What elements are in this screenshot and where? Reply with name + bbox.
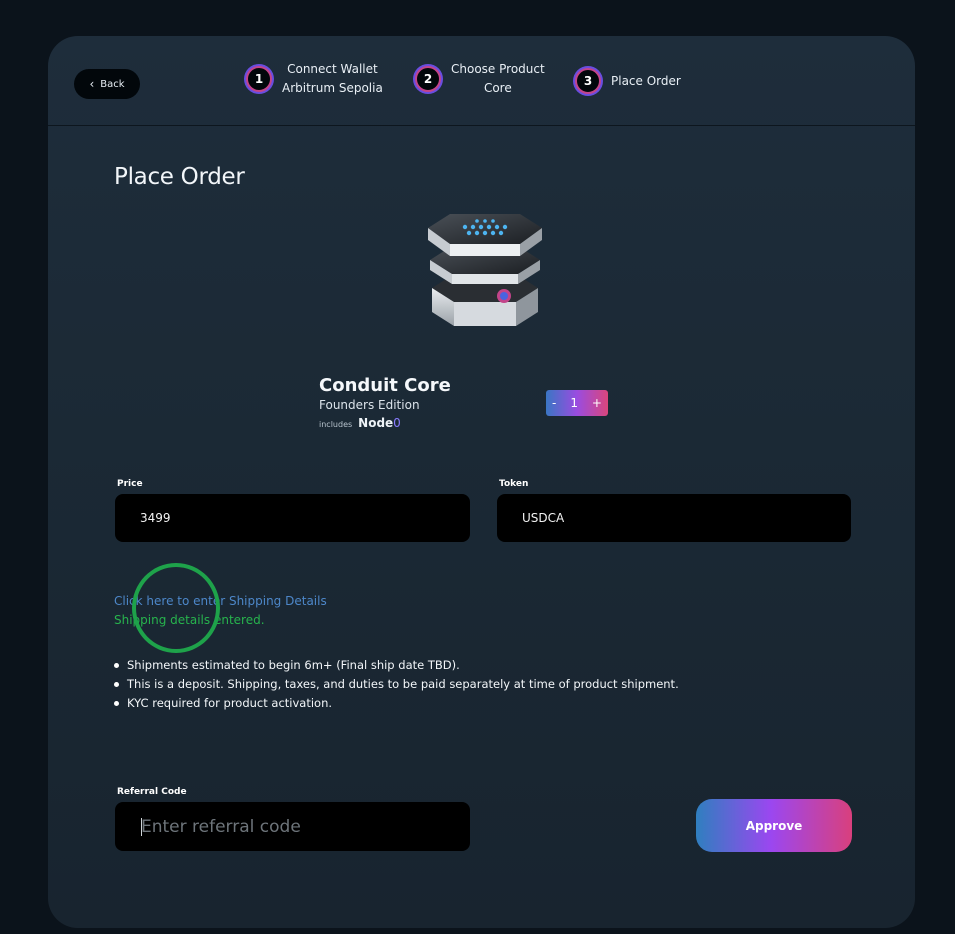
step-title: Connect Wallet [287,62,378,76]
referral-code-input[interactable] [115,802,470,851]
note-item: This is a deposit. Shipping, taxes, and … [114,675,679,694]
note-item: Shipments estimated to begin 6m+ (Final … [114,656,679,675]
step-subtitle: Core [483,81,512,95]
token-field: USDCA [497,494,851,542]
stepper-header: ‹ Back 1 Connect Wallet Arbitrum Sepolia… [48,36,915,126]
product-edition: Founders Edition [319,398,420,412]
chevron-left-icon: ‹ [89,77,95,91]
back-label: Back [100,78,125,90]
highlight-circle [132,563,220,653]
product-image [428,214,542,326]
quantity-stepper: - 1 + [546,390,608,416]
text-caret [141,818,142,836]
shipping-status: Shipping details entered. [114,613,265,627]
includes-label: includes [319,420,353,429]
step-connect-wallet: 1 Connect Wallet Arbitrum Sepolia [246,60,383,98]
step-subtitle: Arbitrum Sepolia [282,81,383,95]
price-label: Price [117,479,143,489]
token-label: Token [499,479,529,489]
step-place-order: 3 Place Order [575,68,681,94]
price-field: 3499 [115,494,470,542]
approve-button[interactable]: Approve [696,799,852,852]
decrement-button[interactable]: - [552,396,556,410]
step-title: Choose Product [451,62,545,76]
node-suffix: 0 [393,416,401,430]
node-brand: Node0 [358,416,401,430]
product-name: Conduit Core [319,375,451,396]
order-notes: Shipments estimated to begin 6m+ (Final … [114,656,679,713]
token-value: USDCA [522,511,565,525]
product-includes: includes Node0 [319,416,401,430]
page-title: Place Order [114,164,245,190]
step-choose-product: 2 Choose Product Core [415,60,545,98]
quantity-value: 1 [570,396,578,410]
step-number: 3 [575,68,601,94]
price-value: 3499 [140,511,171,525]
order-panel: ‹ Back 1 Connect Wallet Arbitrum Sepolia… [48,36,915,928]
step-number: 1 [246,66,272,92]
shipping-details-link[interactable]: Click here to enter Shipping Details [114,594,327,608]
step-number: 2 [415,66,441,92]
note-item: KYC required for product activation. [114,694,679,713]
referral-label: Referral Code [117,787,187,797]
step-title: Place Order [611,73,681,88]
back-button[interactable]: ‹ Back [74,69,140,99]
increment-button[interactable]: + [592,396,602,410]
